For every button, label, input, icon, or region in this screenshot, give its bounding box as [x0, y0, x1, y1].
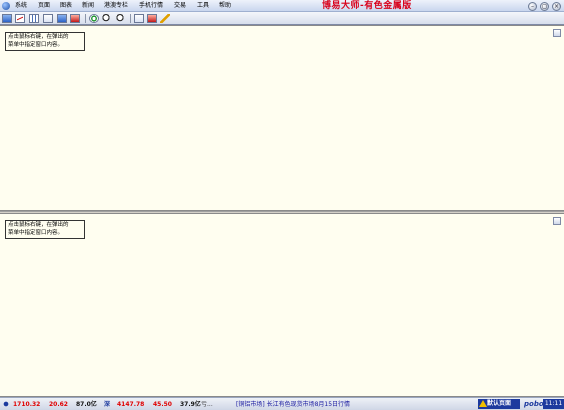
index1-volume: 87.0亿 [76, 401, 97, 408]
index2-volume: 37.9亿 [180, 401, 201, 408]
clock: 11:11 [543, 399, 564, 409]
status-bar: 1710.32 20.62 87.0亿 深 4147.78 45.50 37.9… [0, 397, 564, 410]
home-icon[interactable] [2, 14, 12, 23]
menu-bar: 系统 页面 图表 新闻 港澳专栏 手机行情 交易 工具 帮助 博易大师-有色金属… [0, 0, 564, 12]
panel-maximize-icon[interactable] [553, 217, 561, 225]
menu-news[interactable]: 新闻 [81, 1, 95, 11]
app-window: 系统 页面 图表 新闻 港澳专栏 手机行情 交易 工具 帮助 博易大师-有色金属… [0, 0, 564, 410]
hint-line-1: 点击鼠标右键，在弹出的 [8, 34, 69, 40]
menu-page[interactable]: 页面 [37, 1, 51, 11]
table-icon[interactable] [29, 14, 39, 23]
index2-label: 深 [104, 401, 111, 408]
settings-icon[interactable] [134, 14, 144, 23]
toolbar-separator [130, 14, 131, 23]
bottom-panel-hint: 点击鼠标右键，在弹出的 菜单中指定窗口内容。 [5, 220, 85, 239]
market-icon[interactable] [2, 400, 10, 408]
menu-tools[interactable]: 工具 [196, 1, 210, 11]
excel-icon[interactable] [70, 14, 80, 23]
bottom-panel[interactable]: 点击鼠标右键，在弹出的 菜单中指定窗口内容。 [0, 213, 564, 397]
grid-icon[interactable] [43, 14, 53, 23]
default-page-label: 默认页面 [487, 400, 512, 407]
menu-mobile-quotes[interactable]: 手机行情 [138, 1, 164, 11]
menu-hk-macau[interactable]: 港澳专栏 [103, 1, 129, 11]
minimize-icon[interactable]: – [528, 2, 537, 11]
index2-value: 4147.78 [117, 401, 145, 408]
pen-icon[interactable] [160, 14, 170, 23]
warning-icon [479, 400, 487, 407]
default-page-button[interactable]: 默认页面 [478, 399, 520, 409]
restore-icon[interactable]: ◻ [540, 2, 549, 11]
index2-change: 45.50 [153, 401, 172, 408]
news-ticker[interactable]: [铜铝市场] 长江有色现货市场8月15日行情 [236, 400, 350, 409]
app-title: 博易大师-有色金属版 [322, 1, 412, 11]
menu-help[interactable]: 帮助 [218, 1, 232, 11]
hint-line-1: 点击鼠标右键，在弹出的 [8, 222, 69, 228]
line-chart-icon[interactable] [15, 14, 25, 23]
panel-maximize-icon[interactable] [553, 29, 561, 37]
hint-line-2: 菜单中指定窗口内容。 [8, 229, 64, 236]
toolbar-separator [85, 14, 86, 23]
top-panel[interactable]: 点击鼠标右键，在弹出的 菜单中指定窗口内容。 [0, 25, 564, 211]
app-logo-icon[interactable] [2, 2, 10, 10]
window-icon[interactable] [57, 14, 67, 23]
refresh-icon[interactable] [89, 14, 99, 23]
menu-chart[interactable]: 图表 [59, 1, 73, 11]
index1-value: 1710.32 [13, 401, 41, 408]
toolbar [0, 12, 564, 25]
alert-icon[interactable] [147, 14, 157, 23]
index1-change: 20.62 [49, 401, 68, 408]
menu-system[interactable]: 系统 [14, 1, 28, 11]
menu-trade[interactable]: 交易 [173, 1, 187, 11]
close-icon[interactable]: × [552, 2, 561, 11]
zoom-in-icon[interactable] [102, 14, 112, 23]
index2-suffix: 亏... [201, 401, 213, 408]
zoom-out-icon[interactable] [116, 14, 126, 23]
hint-line-2: 菜单中指定窗口内容。 [8, 41, 64, 48]
top-panel-hint: 点击鼠标右键，在弹出的 菜单中指定窗口内容。 [5, 32, 85, 51]
pobo-logo: pobo [524, 400, 544, 408]
